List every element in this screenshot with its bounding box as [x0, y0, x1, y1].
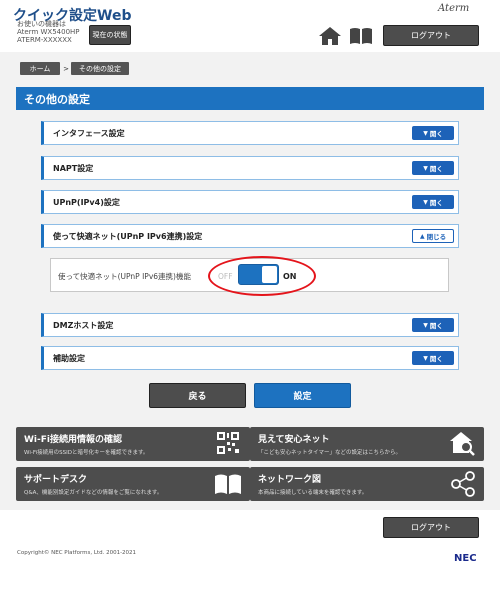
red-highlight-circle: [208, 256, 316, 296]
expand-button[interactable]: ▼ 開く: [412, 161, 454, 175]
current-status-button[interactable]: 現在の状態: [89, 25, 131, 45]
device-model: Aterm WX5400HP: [17, 28, 80, 36]
tile-safe-network[interactable]: 見えて安心ネット 「こども安心ネットタイマー」などの設定はこちらから。: [250, 427, 484, 461]
expand-button[interactable]: ▼ 開く: [412, 351, 454, 365]
copyright-text: Copyright© NEC Platforms, Ltd. 2001-2021: [17, 550, 137, 556]
section-label: DMZホスト設定: [53, 320, 114, 330]
expand-button[interactable]: ▼ 開く: [412, 318, 454, 332]
save-settings-button[interactable]: 設定: [254, 383, 351, 408]
tile-title: Wi-Fi接続用情報の確認: [24, 435, 122, 445]
section-label: NAPT設定: [53, 163, 94, 173]
chevron-down-icon: ▼: [423, 354, 428, 362]
back-button[interactable]: 戻る: [149, 383, 246, 408]
aterm-logo: Aterm: [438, 3, 470, 14]
tile-title: ネットワーク図: [258, 475, 322, 485]
manual-book-icon[interactable]: [349, 27, 373, 45]
section-label: UPnP(IPv4)設定: [53, 197, 120, 207]
section-label: 使って快適ネット(UPnP IPv6連携)設定: [53, 231, 203, 241]
tile-description: 「こども安心ネットタイマー」などの設定はこちらから。: [258, 450, 402, 456]
tile-title: 見えて安心ネット: [258, 435, 330, 445]
section-interface[interactable]: インタフェース設定 ▼ 開く: [41, 121, 459, 145]
nec-logo: NEC: [454, 553, 477, 564]
breadcrumb-current: その他の設定: [71, 62, 129, 75]
chevron-down-icon: ▼: [423, 164, 428, 172]
tile-network-map[interactable]: ネットワーク図 本商品に接続している端末を確認できます。: [250, 467, 484, 501]
tile-support-desk[interactable]: サポートデスク Q&A、機能別設定ガイドなどの情報をご覧になれます。: [16, 467, 250, 501]
tile-description: 本商品に接続している端末を確認できます。: [258, 490, 368, 496]
section-napt[interactable]: NAPT設定 ▼ 開く: [41, 156, 459, 180]
tile-description: Wi-Fi接続用のSSIDと暗号化キーを確認できます。: [24, 450, 149, 456]
logout-button-top[interactable]: ログアウト: [383, 25, 479, 46]
chevron-down-icon: ▼: [423, 129, 428, 137]
page-title: その他の設定: [16, 87, 484, 110]
chevron-down-icon: ▼: [423, 321, 428, 329]
tile-description: Q&A、機能別設定ガイドなどの情報をご覧になれます。: [24, 490, 163, 496]
chevron-down-icon: ▼: [423, 198, 428, 206]
section-label: インタフェース設定: [53, 128, 125, 138]
qr-code-icon: [216, 431, 240, 455]
device-info-line: お使いの機器は: [17, 20, 66, 28]
header: クイック設定Web お使いの機器は Aterm WX5400HP ATERM-X…: [0, 0, 500, 52]
section-auxiliary[interactable]: 補助設定 ▼ 開く: [41, 346, 459, 370]
ipv6-feature-label: 使って快適ネット(UPnP IPv6連携)機能: [58, 271, 191, 281]
device-id: ATERM-XXXXXX: [17, 36, 72, 44]
tile-title: サポートデスク: [24, 475, 88, 485]
breadcrumb-separator: >: [63, 64, 69, 73]
section-label: 補助設定: [53, 353, 85, 363]
logout-button-bottom[interactable]: ログアウト: [383, 517, 479, 538]
expand-button[interactable]: ▼ 開く: [412, 195, 454, 209]
section-upnp-ipv6[interactable]: 使って快適ネット(UPnP IPv6連携)設定 ▲ 閉じる: [41, 224, 459, 248]
expand-button[interactable]: ▼ 開く: [412, 126, 454, 140]
open-book-icon: [215, 474, 241, 494]
tile-wifi-info[interactable]: Wi-Fi接続用情報の確認 Wi-Fi接続用のSSIDと暗号化キーを確認できます…: [16, 427, 250, 461]
chevron-up-icon: ▲: [419, 232, 425, 240]
section-upnp-ipv4[interactable]: UPnP(IPv4)設定 ▼ 開く: [41, 190, 459, 214]
section-dmz[interactable]: DMZホスト設定 ▼ 開く: [41, 313, 459, 337]
home-search-icon: [450, 432, 475, 456]
collapse-button[interactable]: ▲ 閉じる: [412, 229, 454, 243]
home-icon[interactable]: [319, 27, 341, 45]
breadcrumb-home[interactable]: ホーム: [20, 62, 60, 75]
network-share-icon: [451, 471, 475, 497]
